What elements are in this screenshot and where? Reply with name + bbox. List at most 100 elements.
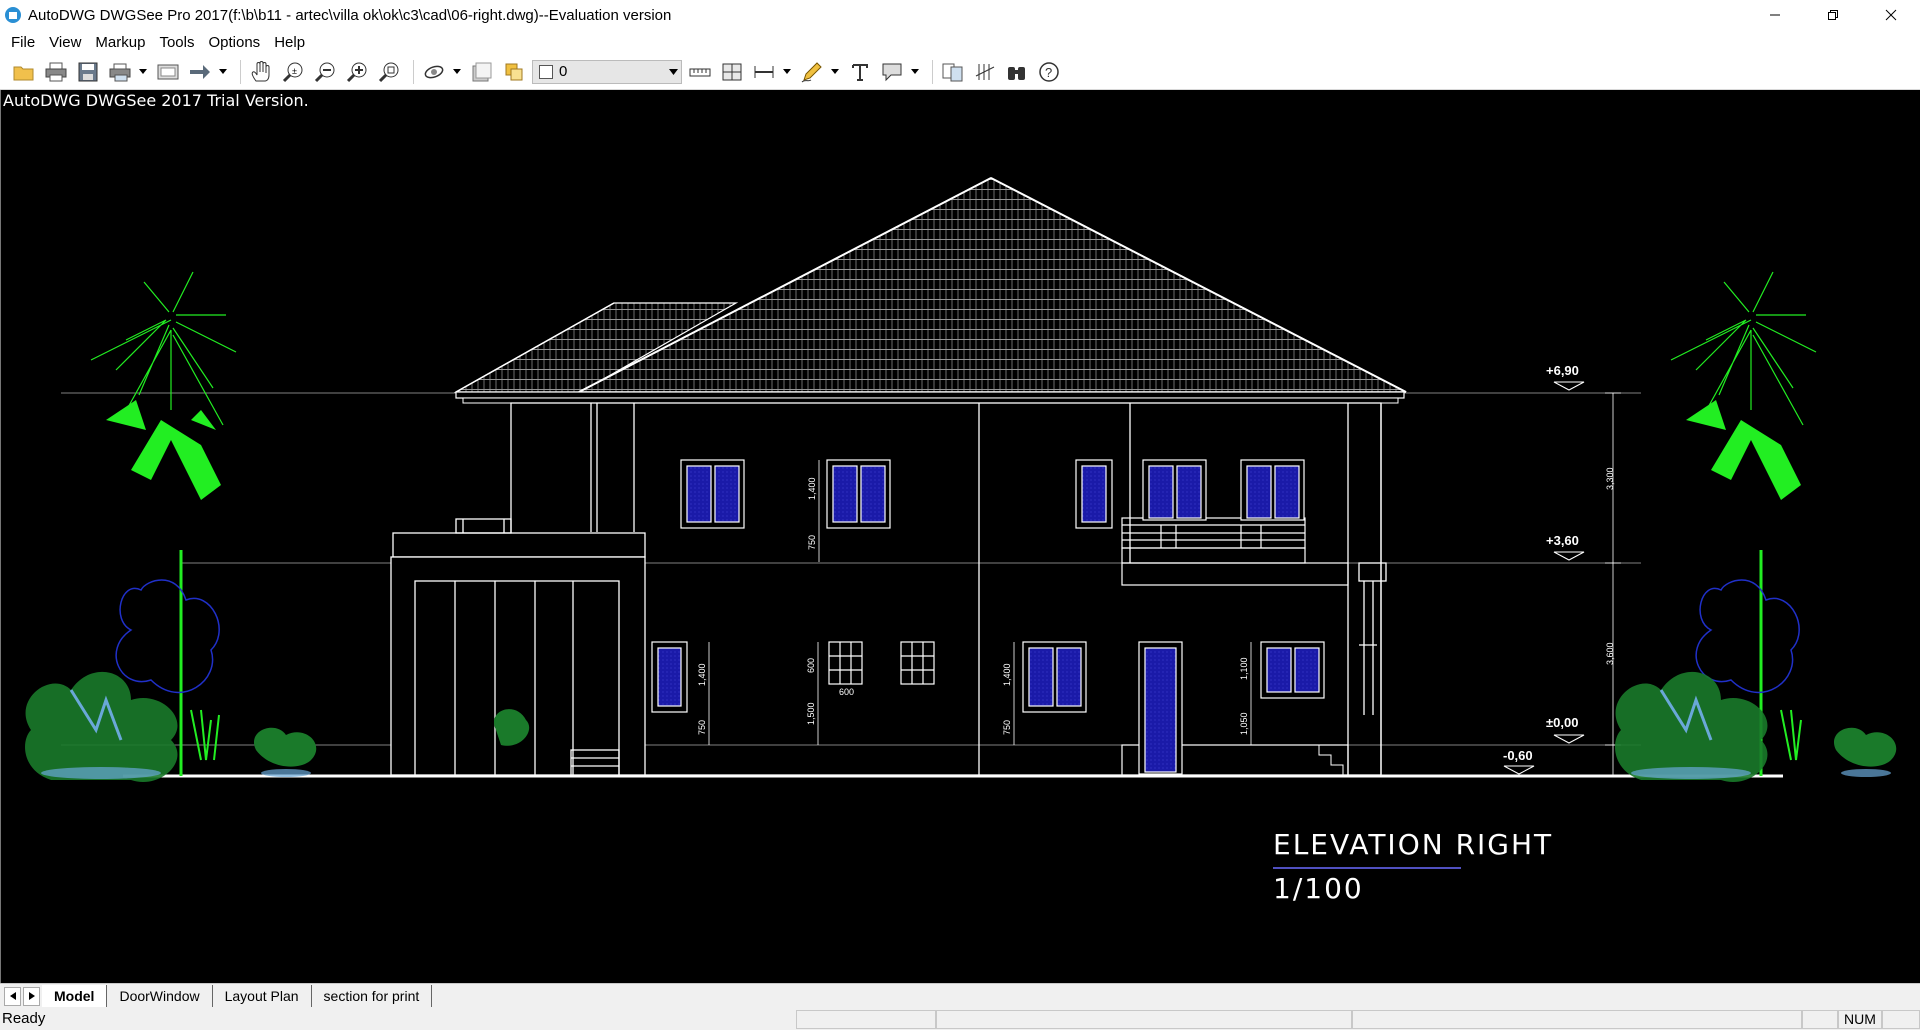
menu-view[interactable]: View xyxy=(42,34,88,51)
tab-scroll-right-button[interactable] xyxy=(23,986,40,1006)
dim-win-s3: 1,500 xyxy=(806,702,816,725)
status-pane-4 xyxy=(1802,1010,1838,1029)
dim-win-h4: 1,400 xyxy=(1002,663,1012,686)
title-bar: AutoDWG DWGSee Pro 2017(f:\b\b11 - artec… xyxy=(0,0,1920,30)
dim-win-h5: 1,100 xyxy=(1239,657,1249,680)
chevron-down-icon xyxy=(831,69,839,74)
layer-select-value: 0 xyxy=(559,63,568,80)
compare-button[interactable] xyxy=(939,58,967,86)
window-title: AutoDWG DWGSee Pro 2017(f:\b\b11 - artec… xyxy=(28,6,672,24)
window-lower-1 xyxy=(651,641,688,713)
cloud-markup-icon xyxy=(882,63,902,81)
pan-button[interactable] xyxy=(247,58,275,86)
app-logo-icon xyxy=(5,7,21,23)
dim-win-s5: 1,050 xyxy=(1239,712,1249,735)
menu-help[interactable]: Help xyxy=(267,34,312,51)
chevron-right-icon xyxy=(28,992,35,1000)
trial-watermark-text: AutoDWG DWGSee 2017 Trial Version. xyxy=(3,91,309,110)
save-button[interactable] xyxy=(74,58,102,86)
close-icon xyxy=(1885,9,1897,21)
layer-color-swatch xyxy=(539,64,553,79)
help-icon: ? xyxy=(1039,61,1059,82)
dim-win-h1: 1,400 xyxy=(807,477,817,500)
shrubs-right xyxy=(1615,579,1897,782)
batch-print-dropdown[interactable] xyxy=(138,58,148,86)
menu-bar: File View Markup Tools Options Help xyxy=(0,30,1920,54)
drawing-canvas[interactable]: 1,400 750 1,400 750 600 1,500 600 1,400 … xyxy=(0,90,1920,983)
find-button[interactable] xyxy=(1003,58,1031,86)
menu-markup[interactable]: Markup xyxy=(88,34,152,51)
batch-print-button[interactable] xyxy=(106,58,134,86)
svg-text:?: ? xyxy=(1045,65,1052,80)
window-lower-3 xyxy=(1260,641,1325,699)
chevron-down-icon xyxy=(219,69,227,74)
help-button[interactable]: ? xyxy=(1035,58,1063,86)
hatch-button[interactable] xyxy=(971,58,999,86)
menu-tools[interactable]: Tools xyxy=(152,34,201,51)
drawing-scale: 1/100 xyxy=(1273,872,1364,905)
background-color-button[interactable] xyxy=(468,58,496,86)
layer-button[interactable] xyxy=(500,58,528,86)
minimize-button[interactable] xyxy=(1746,0,1804,30)
chevron-left-icon xyxy=(9,992,16,1000)
tab-doorwindow[interactable]: DoorWindow xyxy=(107,985,213,1007)
dimension-icon xyxy=(754,65,774,78)
convert-button[interactable] xyxy=(186,58,214,86)
pen-dropdown[interactable] xyxy=(830,58,840,86)
layer-icon xyxy=(505,63,523,80)
tab-scroll-left-button[interactable] xyxy=(4,986,21,1006)
status-pane-2 xyxy=(936,1010,1352,1029)
door-lower xyxy=(1138,641,1183,775)
zoom-realtime-button[interactable]: ± xyxy=(279,58,307,86)
window-upper-2 xyxy=(826,459,891,529)
convert-dropdown[interactable] xyxy=(218,58,228,86)
dim-win-w3: 600 xyxy=(839,687,854,697)
measure-distance-icon xyxy=(689,68,711,76)
status-pane-3 xyxy=(1352,1010,1802,1029)
batch-print-icon xyxy=(109,63,131,81)
orbit-button[interactable] xyxy=(420,58,448,86)
status-pane-1 xyxy=(796,1010,936,1029)
text-button[interactable] xyxy=(846,58,874,86)
pen-button[interactable] xyxy=(798,58,826,86)
menu-options[interactable]: Options xyxy=(201,34,267,51)
status-text: Ready xyxy=(2,1010,46,1027)
tab-layout-plan[interactable]: Layout Plan xyxy=(213,985,312,1007)
layer-select[interactable]: 0 xyxy=(532,59,682,84)
layout-tab-bar: Model DoorWindow Layout Plan section for… xyxy=(0,983,1920,1008)
cloud-markup-dropdown[interactable] xyxy=(910,58,920,86)
open-button[interactable] xyxy=(10,58,38,86)
cloud-markup-button[interactable] xyxy=(878,58,906,86)
zoom-in-button[interactable] xyxy=(343,58,371,86)
dimension-dropdown[interactable] xyxy=(782,58,792,86)
print-button[interactable] xyxy=(42,58,70,86)
minimize-icon xyxy=(1770,14,1780,16)
tab-model[interactable]: Model xyxy=(42,985,108,1007)
measure-distance-button[interactable] xyxy=(686,58,714,86)
level-mid-label: +3,60 xyxy=(1546,533,1579,548)
dim-win-h3: 600 xyxy=(806,658,816,673)
pan-icon xyxy=(251,60,270,81)
find-icon xyxy=(1008,66,1025,80)
level-below-label: -0,60 xyxy=(1503,748,1533,763)
save-icon xyxy=(78,62,98,81)
chevron-down-icon xyxy=(665,61,681,83)
window-upper-3 xyxy=(1075,459,1113,529)
menu-file[interactable]: File xyxy=(4,34,42,51)
restore-button[interactable] xyxy=(1804,0,1862,30)
tab-section-for-print[interactable]: section for print xyxy=(312,985,433,1007)
elevation-drawing[interactable]: 1,400 750 1,400 750 600 1,500 600 1,400 … xyxy=(1,90,1920,983)
print-icon xyxy=(45,62,67,81)
orbit-dropdown[interactable] xyxy=(452,58,462,86)
toolbar-separator xyxy=(932,59,933,84)
window-lower-2 xyxy=(1022,641,1087,713)
zoom-window-button[interactable] xyxy=(375,58,403,86)
stairs xyxy=(1306,744,1344,776)
measure-area-button[interactable] xyxy=(718,58,746,86)
dimension-button[interactable] xyxy=(750,58,778,86)
zoom-out-button[interactable] xyxy=(311,58,339,86)
close-button[interactable] xyxy=(1862,0,1920,30)
num-lock-indicator: NUM xyxy=(1838,1010,1882,1029)
zoom-realtime-icon: ± xyxy=(282,62,303,82)
page-setup-button[interactable] xyxy=(154,58,182,86)
